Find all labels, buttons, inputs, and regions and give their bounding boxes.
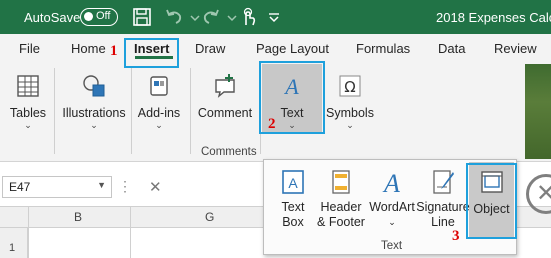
addins-label: Add-ins <box>137 106 181 120</box>
symbols-button[interactable]: Ω Symbols ⌄ <box>325 72 375 130</box>
document-title: 2018 Expenses Calcula <box>436 10 551 25</box>
undo-dropdown-icon[interactable] <box>184 6 200 28</box>
insert-tab-highlight <box>124 38 179 68</box>
comment-label: Comment <box>197 106 253 120</box>
signature-line-button[interactable]: Signature Line <box>416 168 470 230</box>
autosave-toggle[interactable]: Off <box>80 8 118 26</box>
tab-draw[interactable]: Draw <box>195 41 225 56</box>
chevron-down-icon: ⌄ <box>346 120 354 130</box>
addins-button[interactable]: Add-ins ⌄ <box>137 72 181 130</box>
wordart-label: WordArt <box>369 200 415 214</box>
grid-line <box>130 206 131 258</box>
signature-line-icon <box>433 170 454 194</box>
tab-page-layout[interactable]: Page Layout <box>256 41 329 56</box>
comment-icon <box>215 74 235 98</box>
text-box-label-2: Box <box>282 215 304 229</box>
text-box-label-1: Text <box>281 200 305 214</box>
header-footer-button[interactable]: Header & Footer <box>315 168 367 230</box>
ribbon-tabs: File Home Insert Draw Page Layout Formul… <box>0 34 551 64</box>
svg-text:A: A <box>382 169 400 196</box>
table-icon <box>17 75 39 97</box>
text-group-label: Text <box>381 240 403 252</box>
redo-icon[interactable] <box>200 6 222 28</box>
row-header-1[interactable]: 1 <box>0 228 28 258</box>
group-divider <box>131 68 132 154</box>
wordart-icon: A <box>382 169 400 196</box>
comments-group-label: Comments <box>201 146 257 158</box>
cancel-formula-icon[interactable]: ✕ <box>149 178 162 196</box>
header-footer-label-1: Header <box>320 200 362 214</box>
header-footer-icon <box>332 170 350 194</box>
store-icon <box>150 76 168 96</box>
tab-review[interactable]: Review <box>494 41 537 56</box>
text-box-button[interactable]: A Text Box <box>272 168 314 230</box>
chevron-down-icon: ⌄ <box>90 120 98 130</box>
undo-icon[interactable] <box>163 6 185 28</box>
grid-line <box>28 206 29 258</box>
autosave-label: AutoSave <box>24 10 81 25</box>
name-box[interactable]: E47 ▼ <box>2 176 112 198</box>
tables-label: Tables <box>9 106 47 120</box>
svg-text:Ω: Ω <box>344 78 355 96</box>
tab-data[interactable]: Data <box>438 41 465 56</box>
text-box-icon: A <box>282 170 304 194</box>
toggle-state: Off <box>96 10 111 22</box>
customize-quick-access-icon[interactable] <box>263 6 279 28</box>
title-bar: AutoSave Off 2018 Expenses Calcula <box>0 0 551 34</box>
more-icon[interactable]: ⋮ <box>118 178 133 195</box>
symbols-label: Symbols <box>326 106 374 120</box>
shapes-icon <box>83 75 105 97</box>
column-header-g[interactable]: G <box>205 210 214 224</box>
object-button-highlight <box>466 163 517 239</box>
row-number: 1 <box>9 242 16 254</box>
save-icon[interactable] <box>131 6 153 28</box>
step-2-marker: 2 <box>268 116 276 132</box>
chevron-down-icon: ⌄ <box>388 217 396 227</box>
header-footer-label-2: & Footer <box>317 215 365 229</box>
step-1-marker: 1 <box>110 43 118 59</box>
illustrations-button[interactable]: Illustrations ⌄ <box>58 72 130 130</box>
step-3-marker: 3 <box>452 228 460 244</box>
illustrations-label: Illustrations <box>62 106 126 120</box>
signature-line-label-2: Line <box>431 215 455 229</box>
chevron-down-icon: ⌄ <box>24 120 32 130</box>
chevron-down-icon: ▼ <box>97 180 106 190</box>
tab-formulas[interactable]: Formulas <box>356 41 410 56</box>
background-strip <box>525 64 551 159</box>
comment-button[interactable]: Comment <box>195 72 255 120</box>
svg-text:A: A <box>288 175 298 191</box>
group-divider <box>54 68 55 154</box>
chevron-down-icon: ⌄ <box>155 120 163 130</box>
tab-file[interactable]: File <box>19 41 40 56</box>
group-divider <box>190 68 191 154</box>
omega-icon: Ω <box>339 75 361 97</box>
touch-mode-icon[interactable] <box>237 6 259 28</box>
tab-home[interactable]: Home <box>71 41 106 56</box>
wordart-button[interactable]: A WordArt ⌄ <box>365 168 419 230</box>
column-header-b[interactable]: B <box>74 210 82 224</box>
toggle-knob <box>84 12 93 21</box>
redo-dropdown-icon[interactable] <box>221 6 237 28</box>
name-box-value: E47 <box>9 180 31 194</box>
signature-line-label-1: Signature <box>416 200 470 214</box>
tables-button[interactable]: Tables ⌄ <box>6 72 50 130</box>
